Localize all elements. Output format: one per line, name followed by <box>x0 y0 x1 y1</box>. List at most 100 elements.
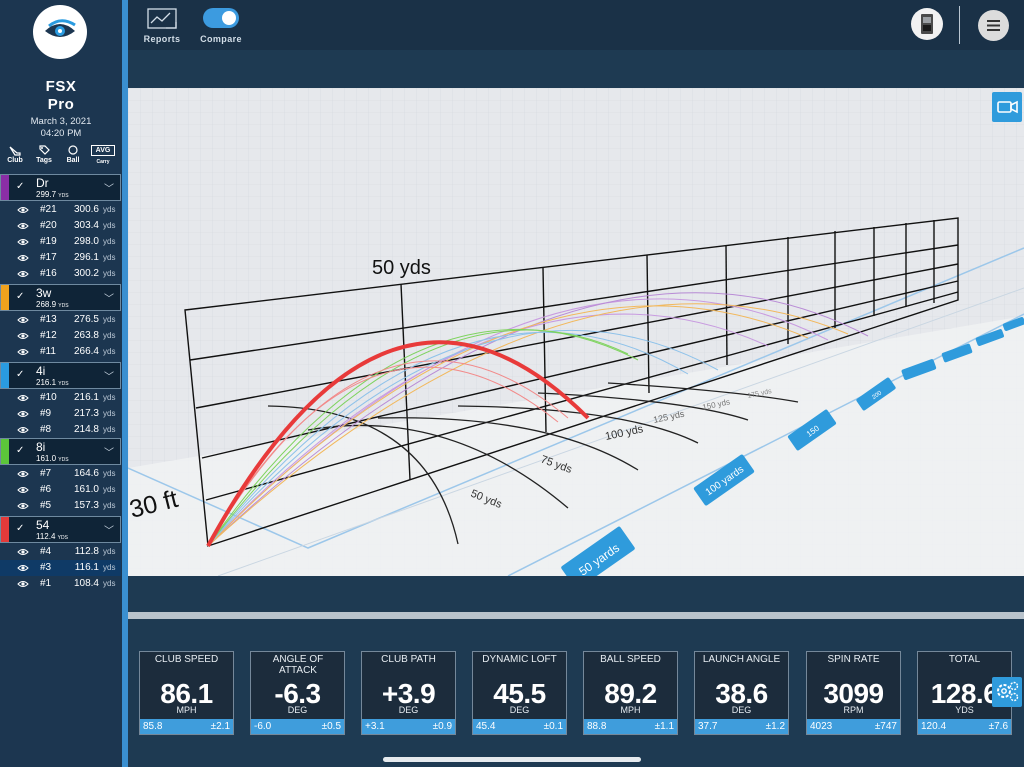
video-camera-icon <box>997 100 1018 114</box>
shot-row[interactable]: #16 300.2 yds <box>0 266 121 282</box>
shot-unit: yds <box>103 269 116 278</box>
eye-icon[interactable] <box>17 222 29 230</box>
stats-settings-button[interactable] <box>992 677 1022 707</box>
video-camera-button[interactable] <box>992 92 1022 122</box>
shot-row[interactable]: #1 108.4 yds <box>0 576 121 592</box>
filter-carry[interactable]: AVG Carry <box>88 145 118 165</box>
club-group-3w[interactable]: ✓ 3w 268.9 YDS ﹀ <box>0 284 121 311</box>
eye-icon[interactable] <box>17 486 29 494</box>
filter-tags[interactable]: Tags <box>30 145 58 164</box>
filter-club[interactable]: Club <box>1 145 29 164</box>
shot-row[interactable]: #19 298.0 yds <box>0 234 121 250</box>
eye-icon[interactable] <box>17 254 29 262</box>
shot-row[interactable]: #9 217.3 yds <box>0 406 121 422</box>
chevron-down-icon[interactable]: ﹀ <box>104 522 114 537</box>
eye-icon[interactable] <box>17 564 29 572</box>
eye-icon[interactable] <box>17 394 29 402</box>
eye-icon[interactable] <box>17 502 29 510</box>
filter-ball[interactable]: Ball <box>59 145 87 164</box>
stat-footer: 45.4 ±0.1 <box>473 719 566 734</box>
filter-carry-label: Carry <box>96 159 110 165</box>
shot-row[interactable]: #5 157.3 yds <box>0 498 121 514</box>
shot-distance: 112.8 <box>74 546 99 557</box>
trajectory-3d-view[interactable]: 50 yds 30 ft 50 yds 75 yds 100 yds 125 y… <box>128 88 1024 576</box>
chevron-down-icon[interactable]: ﹀ <box>104 368 114 383</box>
club-avg: 299.7 YDS <box>36 190 69 199</box>
chevron-down-icon[interactable]: ﹀ <box>104 444 114 459</box>
stat-card-angle-of-attack[interactable]: ANGLE OF ATTACK -6.3 DEG -6.0 ±0.5 <box>250 651 345 735</box>
stat-card-dynamic-loft[interactable]: DYNAMIC LOFT 45.5 DEG 45.4 ±0.1 <box>472 651 567 735</box>
compare-switch[interactable] <box>203 8 239 28</box>
panel-splitter[interactable] <box>128 612 1024 623</box>
club-avg: 268.9 YDS <box>36 300 69 309</box>
club-name: Dr <box>36 176 49 190</box>
shot-distance: 161.0 <box>73 484 99 495</box>
shot-row-selected[interactable]: #3 116.1 yds <box>0 560 121 576</box>
stat-average: 4023 <box>810 721 833 732</box>
app-logo[interactable] <box>33 5 87 59</box>
club-avg-unit: YDS <box>58 381 69 387</box>
shot-row[interactable]: #12 263.8 yds <box>0 328 121 344</box>
shot-row[interactable]: #21 300.6 yds <box>0 202 121 218</box>
club-group-8i[interactable]: ✓ 8i 161.0 YDS ﹀ <box>0 438 121 465</box>
club-name: 54 <box>36 518 50 532</box>
eye-icon[interactable] <box>17 238 29 246</box>
device-avatar[interactable] <box>911 8 943 40</box>
stat-unit: DEG <box>731 705 752 715</box>
shot-row[interactable]: #4 112.8 yds <box>0 544 121 560</box>
stat-average: -6.0 <box>254 721 272 732</box>
eye-icon[interactable] <box>17 332 29 340</box>
checkmark-icon[interactable]: ✓ <box>16 523 24 534</box>
shot-number: #17 <box>40 252 57 263</box>
eye-icon[interactable] <box>17 316 29 324</box>
shot-number: #13 <box>40 314 57 325</box>
checkmark-icon[interactable]: ✓ <box>16 181 24 192</box>
shot-row[interactable]: #11 266.4 yds <box>0 344 121 360</box>
shot-unit: yds <box>103 563 116 572</box>
club-group-dr[interactable]: ✓ Dr 299.7 YDS ﹀ <box>0 174 121 201</box>
stat-average: 45.4 <box>476 721 496 732</box>
eye-icon[interactable] <box>17 270 29 278</box>
compare-toggle[interactable]: Compare <box>198 8 244 44</box>
stat-card-club-path[interactable]: CLUB PATH +3.9 DEG +3.1 ±0.9 <box>361 651 456 735</box>
club-group-54[interactable]: ✓ 54 112.4 YDS ﹀ <box>0 516 121 543</box>
stat-card-club-speed[interactable]: CLUB SPEED 86.1 MPH 85.8 ±2.1 <box>139 651 234 735</box>
stat-card-spin-rate[interactable]: SPIN RATE 3099 RPM 4023 ±747 <box>806 651 901 735</box>
shot-distance: 116.1 <box>74 562 99 573</box>
chevron-down-icon[interactable]: ﹀ <box>104 180 114 195</box>
club-avg-value: 216.1 <box>36 378 57 387</box>
checkmark-icon[interactable]: ✓ <box>16 369 24 380</box>
shot-row[interactable]: #10 216.1 yds <box>0 390 121 406</box>
eye-icon[interactable] <box>17 470 29 478</box>
shot-distance: 217.3 <box>73 408 99 419</box>
shot-row[interactable]: #17 296.1 yds <box>0 250 121 266</box>
hamburger-menu-button[interactable] <box>978 10 1009 41</box>
stat-card-launch-angle[interactable]: LAUNCH ANGLE 38.6 DEG 37.7 ±1.2 <box>694 651 789 735</box>
app-name-line2: Pro <box>47 96 75 113</box>
shot-row[interactable]: #20 303.4 yds <box>0 218 121 234</box>
stat-unit: DEG <box>398 705 419 715</box>
eye-icon[interactable] <box>17 580 29 588</box>
eye-icon[interactable] <box>17 548 29 556</box>
stat-average: 120.4 <box>921 721 947 732</box>
eye-icon[interactable] <box>17 206 29 214</box>
shot-row[interactable]: #13 276.5 yds <box>0 312 121 328</box>
shot-row[interactable]: #6 161.0 yds <box>0 482 121 498</box>
club-color-bar <box>1 175 9 200</box>
checkmark-icon[interactable]: ✓ <box>16 445 24 456</box>
club-group-4i[interactable]: ✓ 4i 216.1 YDS ﹀ <box>0 362 121 389</box>
eye-icon[interactable] <box>17 348 29 356</box>
ball-icon <box>68 145 78 155</box>
home-indicator[interactable] <box>383 757 641 762</box>
shot-row[interactable]: #8 214.8 yds <box>0 422 121 438</box>
shot-unit: yds <box>103 485 116 494</box>
reports-button[interactable]: Reports <box>142 8 182 44</box>
eye-icon[interactable] <box>17 426 29 434</box>
stat-card-ball-speed[interactable]: BALL SPEED 89.2 MPH 88.8 ±1.1 <box>583 651 678 735</box>
shot-row[interactable]: #7 164.6 yds <box>0 466 121 482</box>
checkmark-icon[interactable]: ✓ <box>16 291 24 302</box>
chevron-down-icon[interactable]: ﹀ <box>104 290 114 305</box>
eye-icon[interactable] <box>17 410 29 418</box>
shot-distance: 298.0 <box>73 236 99 247</box>
club-avg-value: 299.7 <box>36 190 57 199</box>
